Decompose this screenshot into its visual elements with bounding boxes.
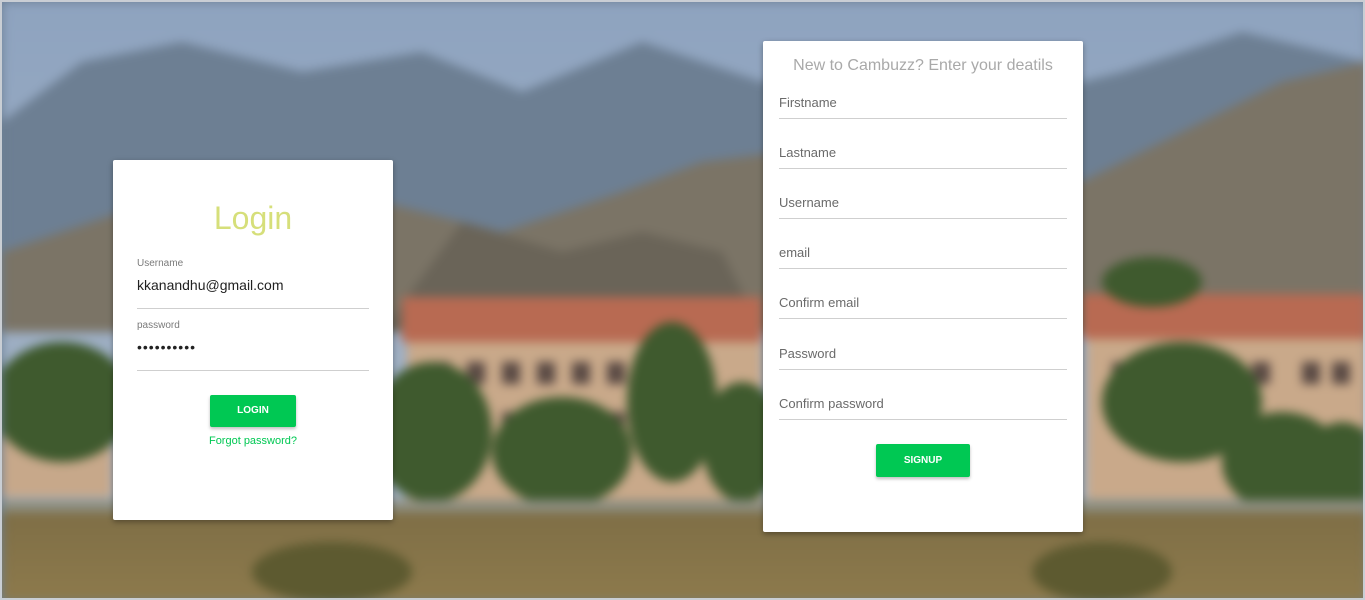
login-username-input[interactable]: kkanandhu@gmail.com	[137, 276, 369, 306]
signup-username-input[interactable]: Username	[779, 192, 1067, 219]
email-input[interactable]: email	[779, 242, 1067, 269]
login-password-label: password	[137, 320, 180, 331]
firstname-input[interactable]: Firstname	[779, 92, 1067, 119]
signup-button[interactable]: SIGNUP	[876, 444, 970, 477]
login-button[interactable]: LOGIN	[210, 395, 296, 427]
login-username-field[interactable]: Username kkanandhu@gmail.com	[137, 258, 369, 309]
login-card: Login Username kkanandhu@gmail.com passw…	[113, 160, 393, 520]
login-title: Login	[213, 200, 293, 236]
confirm-password-input[interactable]: Confirm password	[779, 393, 1067, 420]
signup-card: New to Cambuzz? Enter your deatils First…	[763, 41, 1083, 532]
lastname-input[interactable]: Lastname	[779, 142, 1067, 169]
login-username-label: Username	[137, 258, 184, 269]
signup-title: New to Cambuzz? Enter your deatils	[793, 57, 1053, 74]
login-password-input[interactable]: ••••••••••	[137, 338, 369, 368]
signup-password-input[interactable]: Password	[779, 343, 1067, 370]
forgot-password-link[interactable]: Forgot password?	[113, 435, 393, 447]
confirm-email-input[interactable]: Confirm email	[779, 292, 1067, 319]
login-password-field[interactable]: password ••••••••••	[137, 320, 369, 371]
